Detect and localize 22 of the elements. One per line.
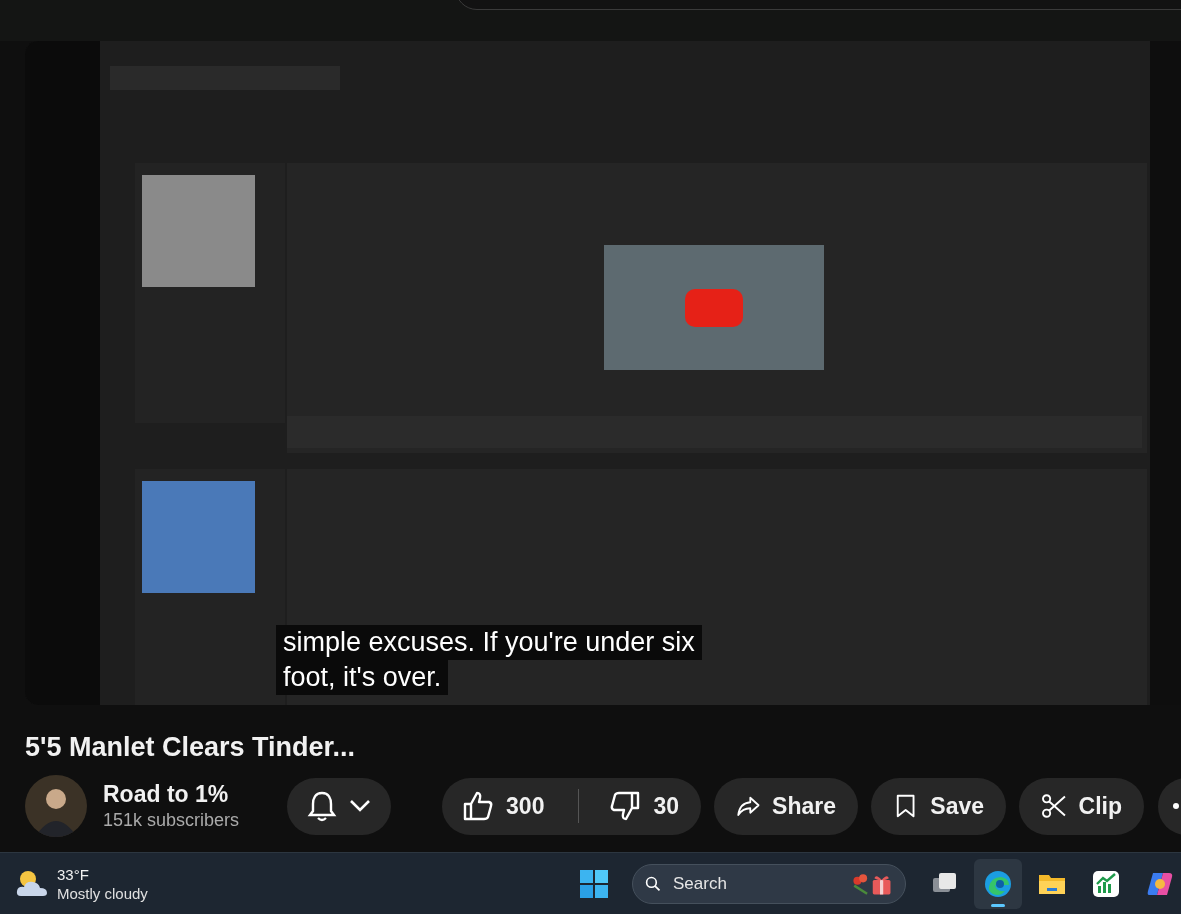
like-button[interactable]: 300	[442, 777, 567, 835]
search-input[interactable]: Search	[671, 869, 841, 898]
weather-icon[interactable]	[16, 868, 48, 899]
windows-icon	[578, 868, 609, 899]
notification-button[interactable]	[287, 777, 392, 835]
taskbar-search-field[interactable]: Search	[631, 863, 906, 904]
thumbs-down-icon	[609, 790, 642, 822]
thumbs-up-icon	[462, 790, 495, 822]
subscriber-count: 151k subscribers	[103, 809, 240, 832]
bell-icon	[307, 790, 338, 822]
dislike-button[interactable]: 30	[591, 777, 702, 835]
temperature: 33°F	[57, 864, 90, 884]
share-button[interactable]: Share	[714, 777, 859, 835]
chart-icon	[1090, 868, 1121, 899]
video-title: 5'5 Manlet Clears Tinder...	[25, 731, 357, 764]
browser-icon	[982, 868, 1013, 899]
clip-button[interactable]: Clip	[1019, 777, 1145, 835]
save-button[interactable]: Save	[871, 777, 1007, 835]
taskbar-app-button[interactable]	[973, 858, 1022, 909]
chevron-down-icon	[349, 799, 372, 813]
weather-condition: Mostly cloudy	[57, 883, 148, 903]
channel-name[interactable]: Road to 1%	[103, 780, 240, 808]
